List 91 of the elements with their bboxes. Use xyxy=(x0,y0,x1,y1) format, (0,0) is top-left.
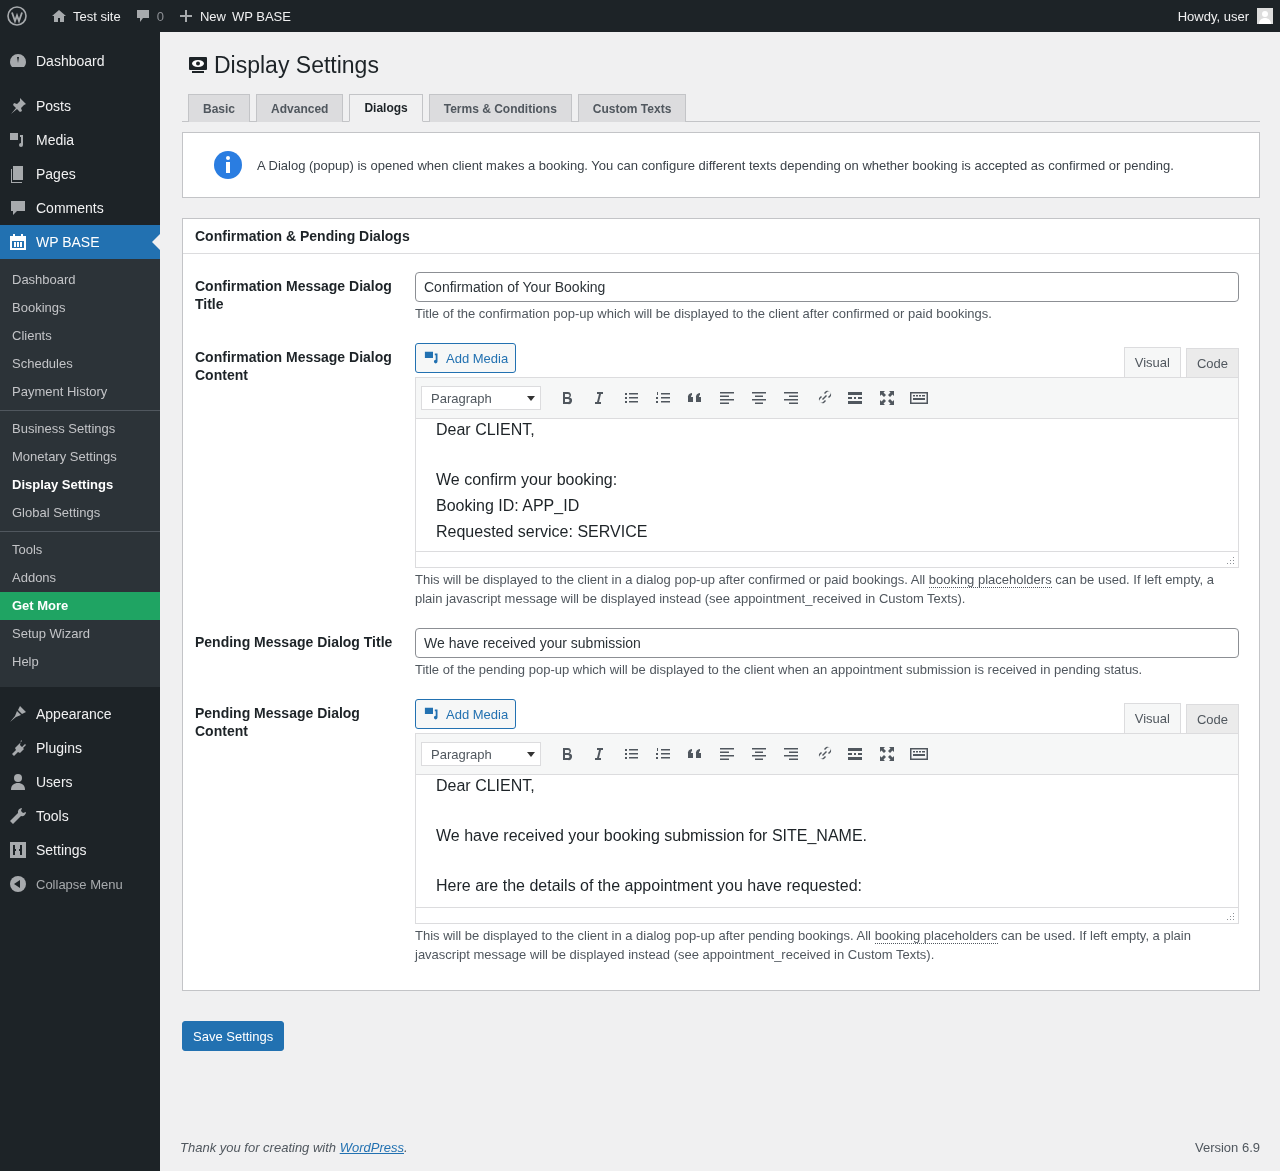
submenu-item[interactable]: Bookings xyxy=(0,294,160,322)
editor-text-line: Dear CLIENT, xyxy=(436,420,536,440)
home-icon[interactable] xyxy=(51,8,67,24)
resize-handle-icon[interactable] xyxy=(1227,912,1235,920)
settings-tab[interactable]: Basic xyxy=(188,94,251,122)
comment-icon xyxy=(8,198,28,218)
section-title: Confirmation & Pending Dialogs xyxy=(183,219,1259,254)
editor-mode-tab[interactable]: Visual xyxy=(1123,703,1181,733)
resize-handle-icon[interactable] xyxy=(1227,556,1235,564)
dropdown-caret-icon xyxy=(526,749,536,759)
field-description: Title of the confirmation pop-up which will be displayed to the client after confirmed or paid bookings. xyxy=(415,305,993,323)
submenu-item[interactable]: Payment History xyxy=(0,378,160,406)
sliders-icon xyxy=(8,840,28,860)
rich-text-editor[interactable]: Paragraph Dear CLIENT, We confirm your booking: Booking ID: APP_ID Requested service: SERVICE xyxy=(415,377,1239,568)
menu-item[interactable]: Appearance xyxy=(0,697,160,731)
menu-item[interactable]: Tools xyxy=(0,799,160,833)
plus-icon[interactable] xyxy=(177,8,194,24)
submenu-item[interactable]: Tools xyxy=(0,536,160,564)
rich-text-editor[interactable]: Paragraph Dear CLIENT, We have received your booking submission for SITE_NAME. Here are the details of the appointment you have requested: xyxy=(415,733,1239,924)
footer-thanks: Thank you for creating with WordPress. xyxy=(180,1140,408,1155)
editor-mode-tab[interactable]: Code xyxy=(1185,704,1239,733)
editor-text-line: Requested service: SERVICE xyxy=(436,522,649,542)
editor-text-line: We have received your booking submission for SITE_NAME. xyxy=(436,826,868,846)
settings-tab[interactable]: Terms & Conditions xyxy=(428,94,572,122)
menu-item[interactable]: Users xyxy=(0,765,160,799)
wrench-icon xyxy=(8,806,28,826)
setting-label: Confirmation Message Dialog Title xyxy=(195,277,393,314)
editor-text-line: Booking ID: APP_ID xyxy=(436,496,581,516)
pin-icon xyxy=(8,96,28,116)
version-text: Version 6.9 xyxy=(1194,1140,1260,1155)
brush-icon xyxy=(8,704,28,724)
submenu-item[interactable]: Setup Wizard xyxy=(0,620,160,648)
format-select[interactable]: Paragraph xyxy=(421,386,541,410)
collapse-icon[interactable] xyxy=(8,874,28,894)
menu-item[interactable]: Dashboard xyxy=(0,44,160,78)
save-settings-button[interactable]: Save Settings xyxy=(182,1021,285,1051)
plugin-link[interactable]: WP BASE xyxy=(231,8,291,24)
user-icon xyxy=(8,772,28,792)
editor-text-line: Dear CLIENT, xyxy=(436,776,536,796)
field-description: This will be displayed to the client in a dialog pop-up after confirmed or paid bookings. All booking placeholders can be used. If left empty, a plain javascript message will be displayed instead (see appointment_received in Custom Texts). xyxy=(415,571,1216,608)
settings-tab[interactable]: Custom Texts xyxy=(577,94,687,122)
editor-text-line: Here are the details of the appointment you have requested: xyxy=(436,876,864,896)
fullscreen-icon[interactable] xyxy=(877,388,897,408)
field-description: Title of the pending pop-up which will be displayed to the client when an appointment submission is received in pending status. xyxy=(415,661,1144,679)
submenu-item[interactable]: Display Settings xyxy=(0,471,160,499)
setting-label: Pending Message Dialog Content xyxy=(195,704,361,741)
user-greeting[interactable]: Howdy, user xyxy=(1177,8,1249,24)
field-description: This will be displayed to the client in a dialog pop-up after pending bookings. All booking placeholders can be used. If left empty, a plain javascript message will be displayed instead (see appointment_received in Custom Texts). xyxy=(415,927,1192,964)
submenu-item[interactable]: Monetary Settings xyxy=(0,443,160,471)
site-link[interactable]: Test site xyxy=(73,8,121,24)
settings-tab[interactable]: Dialogs xyxy=(349,94,423,122)
placeholders-link[interactable]: booking placeholders xyxy=(874,928,998,944)
add-media-button[interactable]: Add Media xyxy=(415,343,517,373)
submenu-item[interactable]: Addons xyxy=(0,564,160,592)
submenu-item[interactable]: Dashboard xyxy=(0,266,160,294)
editor-mode-tab[interactable]: Visual xyxy=(1123,347,1181,377)
comment-count[interactable]: 0 xyxy=(156,8,164,24)
calendar-icon xyxy=(8,232,28,252)
dropdown-caret-icon xyxy=(526,393,536,403)
notice-text: A Dialog (popup) is opened when client makes a booking. You can configure different texts depending on whether booking is accepted as confirmed or pending. xyxy=(257,157,1174,173)
fullscreen-icon[interactable] xyxy=(877,744,897,764)
menu-item[interactable]: Plugins xyxy=(0,731,160,765)
text-input[interactable]: Confirmation of Your Booking xyxy=(415,272,1239,302)
settings-tab[interactable]: Advanced xyxy=(256,94,344,122)
menu-item[interactable]: Comments xyxy=(0,191,160,225)
submenu-item[interactable]: Global Settings xyxy=(0,499,160,527)
editor-text-line: We confirm your booking: xyxy=(436,470,619,490)
submenu-item[interactable]: Schedules xyxy=(0,350,160,378)
setting-label: Confirmation Message Dialog Content xyxy=(195,348,393,385)
text-input[interactable]: We have received your submission xyxy=(415,628,1239,658)
display-eye-icon xyxy=(188,55,208,75)
menu-item[interactable]: Posts xyxy=(0,89,160,123)
submenu-item[interactable]: Help xyxy=(0,648,160,676)
editor-mode-tab[interactable]: Code xyxy=(1185,348,1239,377)
menu-item[interactable]: Pages xyxy=(0,157,160,191)
comment-icon[interactable] xyxy=(134,8,151,24)
collapse-menu-link[interactable]: Collapse Menu xyxy=(36,876,123,892)
new-link[interactable]: New xyxy=(199,8,226,24)
info-icon xyxy=(213,150,243,180)
wordpress-link[interactable]: WordPress xyxy=(339,1140,404,1155)
page-title: Display Settings xyxy=(214,51,379,79)
menu-item[interactable]: WP BASE xyxy=(0,225,160,259)
add-media-button[interactable]: Add Media xyxy=(415,699,517,729)
setting-label: Pending Message Dialog Title xyxy=(195,633,394,652)
submenu-item[interactable]: Business Settings xyxy=(0,415,160,443)
menu-item[interactable]: Settings xyxy=(0,833,160,867)
submenu-item[interactable]: Clients xyxy=(0,322,160,350)
menu-item[interactable]: Media xyxy=(0,123,160,157)
wordpress-logo-icon[interactable] xyxy=(7,6,27,26)
format-select[interactable]: Paragraph xyxy=(421,742,541,766)
placeholders-link[interactable]: booking placeholders xyxy=(928,572,1052,588)
